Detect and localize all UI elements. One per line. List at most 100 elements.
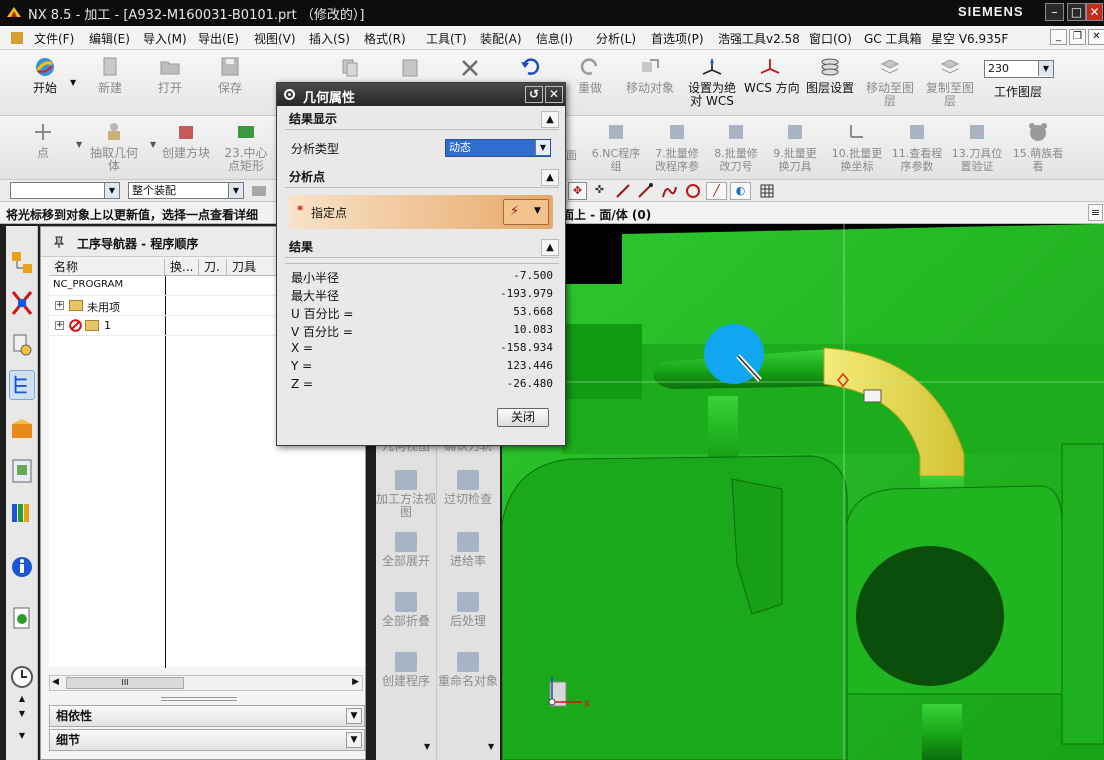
pin-icon[interactable] xyxy=(53,236,65,248)
move-object-button[interactable]: 移动对象 xyxy=(622,56,678,95)
wcs-direction-button[interactable]: WCS 方向 xyxy=(744,56,800,95)
expand-toggle-icon[interactable]: + xyxy=(55,321,64,330)
paste-icon[interactable] xyxy=(398,57,422,79)
extract-geometry-button[interactable]: 抽取几何体 xyxy=(88,121,140,173)
machining-method-view-button[interactable]: 加工方法视图 xyxy=(376,470,436,519)
save-button[interactable]: 保存 xyxy=(212,56,248,95)
snap-tangent-icon[interactable]: ╱ xyxy=(706,182,727,200)
part-navigator-icon[interactable] xyxy=(9,330,35,360)
dialog-close-icon[interactable]: ✕ xyxy=(545,86,563,103)
web-browser-icon[interactable] xyxy=(9,604,35,634)
redo-button[interactable]: 重做 xyxy=(572,56,608,95)
menu-insert[interactable]: 插入(S) xyxy=(309,30,350,47)
column-toolpath-header[interactable]: 刀. xyxy=(199,259,227,276)
resource-scroll-down-icon[interactable]: ▼ xyxy=(9,709,35,721)
center-rectangle-button[interactable]: 23.中心点矩形 xyxy=(222,121,270,173)
type-filter-select[interactable]: ▼ xyxy=(10,182,120,199)
scroll-left-icon[interactable]: ◀ xyxy=(52,677,59,687)
point-button[interactable]: 点 xyxy=(26,121,60,160)
create-program-button[interactable]: 创建程序 xyxy=(376,652,436,688)
scrollbar-thumb[interactable]: III xyxy=(66,677,184,689)
nc-program-group-button[interactable]: 6.NC程序组 xyxy=(590,121,642,173)
menu-window[interactable]: 窗口(O) xyxy=(809,30,852,47)
information-icon[interactable] xyxy=(9,552,35,582)
start-button[interactable]: 开始 xyxy=(28,56,62,95)
start-dropdown-icon[interactable]: ▼ xyxy=(70,78,76,87)
splitter-handle[interactable] xyxy=(161,697,237,701)
feedrate-button[interactable]: 进给率 xyxy=(438,532,498,568)
analysis-type-select[interactable]: 动态 ▼ xyxy=(445,139,551,157)
undo-icon[interactable] xyxy=(519,56,541,78)
filter-icon[interactable] xyxy=(250,183,268,199)
minimize-button[interactable]: – xyxy=(1045,3,1064,21)
snap-arc-end-icon[interactable] xyxy=(636,183,654,199)
create-block-button[interactable]: 创建方块 xyxy=(160,121,212,160)
menu-edit[interactable]: 编辑(E) xyxy=(89,30,130,47)
resource-page-down-icon[interactable]: ▼ xyxy=(9,731,35,743)
history-icon[interactable] xyxy=(9,662,35,692)
batch-modify-params-button[interactable]: 7.批量修改程序参 xyxy=(650,121,704,173)
close-window-button[interactable]: ✕ xyxy=(1086,3,1103,21)
graphics-window[interactable]: X xyxy=(502,224,1104,760)
delete-icon[interactable] xyxy=(460,58,480,78)
collapse-all-button[interactable]: 全部折叠 xyxy=(376,592,436,628)
batch-replace-tool-button[interactable]: 9.批量更换刀具 xyxy=(768,121,822,173)
snap-endpoint-icon[interactable]: ✥ xyxy=(568,182,587,200)
open-button[interactable]: 打开 xyxy=(152,56,188,95)
menu-export[interactable]: 导出(E) xyxy=(198,30,239,47)
overcut-check-button[interactable]: 过切检查 xyxy=(438,470,498,506)
details-panel-header[interactable]: 细节 ▼ xyxy=(49,729,365,751)
specify-point-row[interactable]: * 指定点 ⚡ ▼ xyxy=(289,195,553,229)
column-name-header[interactable]: 名称 xyxy=(49,259,165,276)
menu-analysis[interactable]: 分析(L) xyxy=(596,30,636,47)
operation-navigator-icon[interactable] xyxy=(9,370,35,400)
work-layer-select[interactable]: 230 ▼ xyxy=(984,60,1054,78)
batch-modify-tool-number-button[interactable]: 8.批量修改刀号 xyxy=(710,121,762,173)
cue-expand-icon[interactable]: ≡ xyxy=(1088,204,1103,221)
menu-haoqiang-tools[interactable]: 浩强工具v2.58 xyxy=(718,30,800,47)
snap-midpoint-icon[interactable]: ✜ xyxy=(590,182,609,200)
menu-preferences[interactable]: 首选项(P) xyxy=(651,30,704,47)
menu-file[interactable]: 文件(F) xyxy=(34,30,74,47)
menu-format[interactable]: 格式(R) xyxy=(364,30,406,47)
copy-icon[interactable] xyxy=(338,57,362,79)
move-to-layer-button[interactable]: 移动至图层 xyxy=(862,56,918,108)
assembly-navigator-icon[interactable] xyxy=(9,248,35,278)
menu-view[interactable]: 视图(V) xyxy=(254,30,296,47)
maximize-button[interactable]: □ xyxy=(1067,3,1086,21)
mdi-minimize-button[interactable]: _ xyxy=(1050,29,1067,45)
section-results[interactable]: 结果 ▲ xyxy=(285,238,559,258)
menu-assembly[interactable]: 装配(A) xyxy=(480,30,522,47)
grid-icon[interactable] xyxy=(760,184,774,198)
expand-all-button[interactable]: 全部展开 xyxy=(376,532,436,568)
palette-icon[interactable] xyxy=(9,498,35,528)
rename-object-button[interactable]: 重命名对象 xyxy=(438,652,498,688)
resource-scroll-up-icon[interactable]: ▲ xyxy=(9,694,35,706)
section-analysis-point[interactable]: 分析点 ▲ xyxy=(285,168,559,188)
palette-scroll-down-icon[interactable]: ▼ xyxy=(424,742,430,751)
section-result-display[interactable]: 结果显示 ▲ xyxy=(285,110,559,130)
reuse-library-icon[interactable] xyxy=(9,456,35,486)
palette-scroll-down-icon-2[interactable]: ▼ xyxy=(488,742,494,751)
mdi-restore-button[interactable]: ❐ xyxy=(1069,29,1086,45)
snap-curve-icon[interactable] xyxy=(660,183,678,199)
machine-navigator-icon[interactable] xyxy=(9,416,35,446)
close-button[interactable]: 关闭 xyxy=(497,408,549,427)
menu-info[interactable]: 信息(I) xyxy=(536,30,573,47)
scroll-right-icon[interactable]: ▶ xyxy=(352,677,359,687)
expand-toggle-icon[interactable]: + xyxy=(55,301,64,310)
gear-icon[interactable] xyxy=(282,87,297,102)
snap-circle-icon[interactable] xyxy=(684,183,702,199)
set-absolute-wcs-button[interactable]: 设置为绝对 WCS xyxy=(684,56,740,108)
horizontal-scrollbar[interactable]: ◀ III ▶ xyxy=(49,675,363,691)
point-dropdown-icon[interactable]: ▼ xyxy=(76,140,82,149)
selection-scope-select[interactable]: 整个装配 ▼ xyxy=(128,182,244,199)
column-toolchange-header[interactable]: 换... xyxy=(165,259,199,276)
post-process-button[interactable]: 后处理 xyxy=(438,592,498,628)
menu-xingkong[interactable]: 星空 V6.935F xyxy=(931,30,1008,47)
constraint-navigator-icon[interactable] xyxy=(9,288,35,318)
dependencies-panel-header[interactable]: 相依性 ▼ xyxy=(49,705,365,727)
extract-dropdown-icon[interactable]: ▼ xyxy=(150,140,156,149)
reset-icon[interactable]: ↺ xyxy=(525,86,543,103)
tool-position-verify-button[interactable]: 13.刀具位置验证 xyxy=(950,121,1004,173)
